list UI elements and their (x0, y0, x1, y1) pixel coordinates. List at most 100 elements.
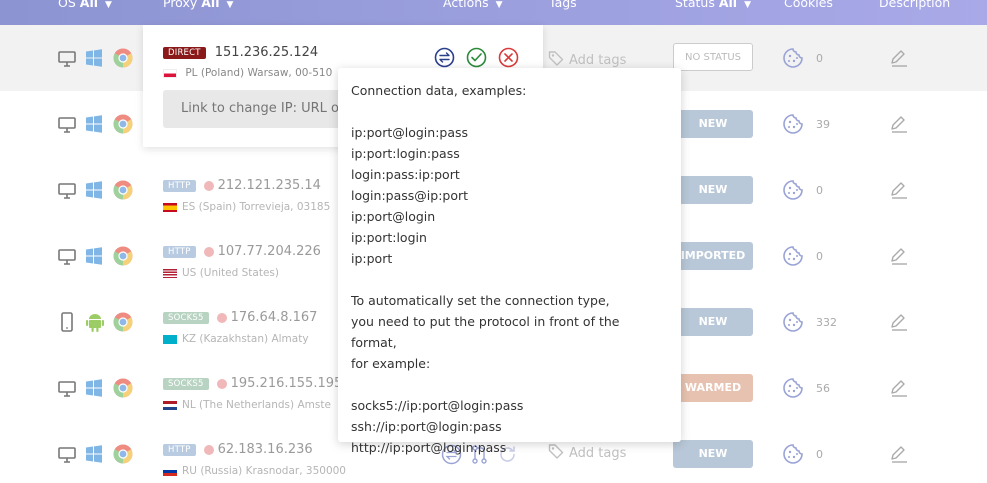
chrome-icon (113, 48, 133, 68)
cancel-icon[interactable] (498, 47, 519, 68)
tooltip-line: ip:port@login:pass (351, 125, 469, 140)
proxy-status-dot (203, 180, 214, 191)
swap-icon[interactable] (434, 47, 455, 68)
chevron-down-icon: ▼ (495, 0, 503, 10)
pencil-icon[interactable] (889, 444, 909, 464)
status-badge[interactable]: NEW (673, 440, 753, 468)
cookies-count: 0 (816, 184, 823, 197)
cookie-icon[interactable] (782, 377, 804, 399)
status-badge[interactable]: IMPORTED (673, 242, 753, 270)
chrome-icon (113, 180, 133, 200)
pencil-icon[interactable] (889, 246, 909, 266)
cookie-icon[interactable] (782, 47, 804, 69)
tooltip-line: ssh://ip:port@login:pass (351, 419, 502, 434)
windows-icon (86, 247, 102, 265)
desktop-icon (58, 51, 76, 67)
chrome-icon (113, 378, 133, 398)
pencil-icon[interactable] (889, 48, 909, 68)
pencil-icon[interactable] (889, 378, 909, 398)
proxy-ip: 212.121.235.14 (217, 178, 321, 193)
desktop-icon (58, 117, 76, 133)
proxy-type-badge: DIRECT (163, 46, 206, 59)
proxy-location: RU (Russia) Krasnodar, 350000 (182, 465, 346, 477)
proxy-ip: 195.216.155.195 (230, 376, 343, 391)
tooltip-line: To automatically set the connection type… (351, 293, 610, 308)
chrome-icon (113, 312, 133, 332)
tooltip-line: ip:port (351, 251, 393, 266)
status-filter[interactable]: Status All ▼ (675, 0, 751, 10)
proxy-filter[interactable]: Proxy All ▼ (163, 0, 233, 10)
proxy-location: KZ (Kazakhstan) Almaty (182, 333, 309, 345)
desktop-icon (58, 381, 76, 397)
proxy-info[interactable]: HTTP 62.183.16.236 RU (Russia) Krasnodar, … (163, 439, 346, 477)
status-badge[interactable]: NO STATUS (673, 43, 753, 71)
actions-label: Actions (443, 0, 489, 10)
connection-format-tooltip: Connection data, examples: ip:port@login:… (338, 68, 681, 455)
tooltip-line: login:pass:ip:port (351, 167, 460, 182)
proxy-info[interactable]: HTTP 107.77.204.226 US (United States) (163, 241, 321, 279)
tooltip-line: ip:port@login (351, 209, 436, 224)
tooltip-line (351, 269, 668, 290)
change-ip-link-input[interactable] (163, 90, 363, 128)
pencil-icon[interactable] (889, 180, 909, 200)
chevron-down-icon: ▼ (226, 0, 234, 10)
flag-nl-icon (163, 400, 177, 410)
tag-icon (548, 51, 564, 66)
cookie-icon[interactable] (782, 245, 804, 267)
os-filter[interactable]: OS All ▼ (58, 0, 112, 10)
status-badge[interactable]: NEW (673, 308, 753, 336)
cookies-count: 0 (816, 448, 823, 461)
proxy-location: NL (The Netherlands) Amste (182, 399, 331, 411)
chrome-icon (113, 444, 133, 464)
os-filter-value: All (79, 0, 99, 10)
chevron-down-icon: ▼ (105, 0, 112, 10)
flag-ru-icon (163, 466, 177, 476)
desktop-icon (58, 249, 76, 265)
tags-label: Tags (549, 0, 577, 10)
cookies-count: 0 (816, 250, 823, 263)
proxy-info[interactable]: SOCKS5 176.64.8.167 KZ (Kazakhstan) Almaty (163, 307, 317, 345)
proxy-status-dot (216, 312, 227, 323)
flag-pl-icon (163, 68, 177, 78)
status-filter-value: All (718, 0, 738, 10)
proxy-ip: 176.64.8.167 (230, 310, 318, 325)
cookie-icon[interactable] (782, 179, 804, 201)
desktop-icon (58, 183, 76, 199)
proxy-type-badge: SOCKS5 (163, 311, 209, 324)
flag-us-icon (163, 268, 177, 278)
tooltip-line (351, 101, 668, 122)
proxy-info[interactable]: HTTP 212.121.235.14 ES (Spain) Torrevieja,… (163, 175, 330, 213)
proxy-location: US (United States) (182, 267, 279, 279)
proxy-type-badge: SOCKS5 (163, 377, 209, 390)
proxy-label: Proxy (163, 0, 198, 10)
proxy-status-dot (203, 246, 214, 257)
tooltip-line (351, 374, 668, 395)
status-badge[interactable]: NEW (673, 110, 753, 138)
flag-kz-icon (163, 334, 177, 344)
pencil-icon[interactable] (889, 312, 909, 332)
add-tags-button[interactable]: Add tags (548, 50, 626, 68)
proxy-type-badge: HTTP (163, 245, 196, 258)
add-tags-label: Add tags (569, 53, 627, 68)
status-badge[interactable]: WARMED (673, 374, 753, 402)
proxy-status-dot (216, 378, 227, 389)
row-device-icons (57, 48, 137, 68)
row-device-icons (57, 114, 137, 134)
cookie-icon[interactable] (782, 311, 804, 333)
proxy-ip: 151.236.25.124 (214, 45, 319, 60)
confirm-icon[interactable] (466, 47, 487, 68)
proxy-location: PL (Poland) Warsaw, 00-510 (185, 67, 333, 79)
status-label: Status (675, 0, 715, 10)
actions-menu[interactable]: Actions ▼ (443, 0, 503, 10)
tooltip-line: ip:port:login (351, 230, 427, 245)
cookie-icon[interactable] (782, 443, 804, 465)
tooltip-line: you need to put the protocol in front of… (351, 314, 620, 350)
proxy-type-badge: HTTP (163, 179, 196, 192)
status-badge[interactable]: NEW (673, 176, 753, 204)
windows-icon (86, 379, 102, 397)
cookie-icon[interactable] (782, 113, 804, 135)
row-device-icons (57, 180, 137, 200)
pencil-icon[interactable] (889, 114, 909, 134)
proxy-info[interactable]: SOCKS5 195.216.155.195 NL (The Netherlands… (163, 373, 342, 411)
proxy-type-badge: HTTP (163, 443, 196, 456)
